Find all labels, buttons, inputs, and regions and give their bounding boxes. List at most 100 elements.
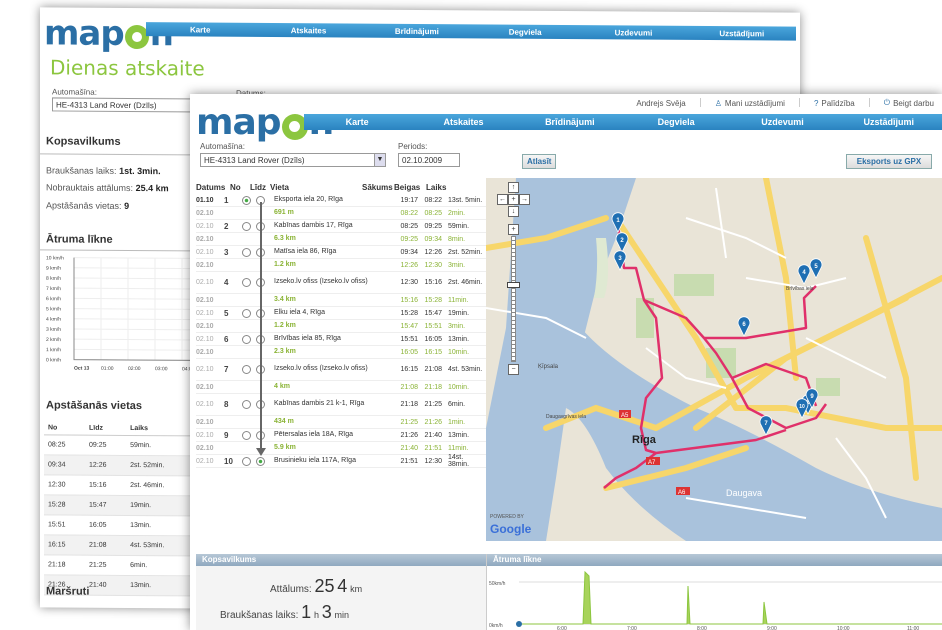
pan-left-icon[interactable]: ← bbox=[497, 194, 508, 205]
to-radio[interactable] bbox=[256, 456, 270, 466]
start-time: 09:34 bbox=[400, 248, 418, 256]
show-button[interactable]: Atlasīt bbox=[522, 154, 556, 169]
route-segment-row[interactable]: 02.10 1.2 km 15:47 15:51 3min. bbox=[196, 320, 486, 333]
to-radio[interactable] bbox=[256, 430, 270, 440]
route-segment-row[interactable]: 02.10 6.3 km 09:25 09:34 8min. bbox=[196, 233, 486, 246]
radio-icon[interactable] bbox=[242, 400, 251, 409]
nav-item-karte[interactable]: Karte bbox=[146, 25, 254, 35]
end-time: 09:25 bbox=[424, 222, 442, 230]
stop-row[interactable]: 02.10 6 Brīvības iela 85, Rīga 15:51 16:05 13… bbox=[196, 333, 486, 346]
nav-item-uzdevumi[interactable]: Uzdevumi bbox=[579, 28, 687, 38]
tick-label: 10 km/h bbox=[46, 255, 64, 261]
zoom-in-icon[interactable]: + bbox=[508, 224, 519, 235]
radio-icon[interactable] bbox=[242, 195, 251, 205]
stop-row[interactable]: 02.10 7 Izseko.lv ofiss (Izseko.lv ofiss) 1… bbox=[196, 359, 486, 381]
nav-item-uzstadijumi[interactable]: Uzstādījumi bbox=[836, 117, 942, 127]
from-radio[interactable] bbox=[242, 195, 256, 205]
from-radio[interactable] bbox=[242, 247, 256, 257]
from-radio[interactable] bbox=[242, 456, 256, 466]
vehicle-select[interactable]: HE-4313 Land Rover (Dzīls) bbox=[200, 153, 386, 167]
nav-item-bridinajumi[interactable]: Brīdinājumi bbox=[517, 117, 623, 127]
from-radio[interactable] bbox=[242, 430, 256, 440]
stop-row[interactable]: 02.10 9 Pētersalas iela 18A, Rīga 21:26 21:4… bbox=[196, 429, 486, 442]
table-row: 15:51 16:05 13min. bbox=[44, 514, 194, 536]
stop-row[interactable]: 01.10 1 Eksporta iela 20, Rīga 19:17 08:22 13… bbox=[196, 194, 486, 207]
pan-down-icon[interactable]: ↓ bbox=[508, 206, 519, 217]
nav-item-bridinajumi[interactable]: Brīdinājumi bbox=[363, 26, 471, 36]
from-radio[interactable] bbox=[242, 365, 256, 374]
to-radio[interactable] bbox=[256, 308, 270, 318]
table-cell: 21:18 bbox=[44, 554, 86, 576]
stop-row[interactable]: 02.10 2 Kabīnas dambis 17, Rīga 08:25 09:25 5… bbox=[196, 220, 486, 233]
nav-item-degviela[interactable]: Degviela bbox=[623, 117, 729, 127]
to-radio[interactable] bbox=[256, 278, 270, 287]
routes-heading: Maršruti bbox=[46, 585, 90, 598]
nav-item-uzstadijumi[interactable]: Uzstādījumi bbox=[688, 28, 796, 38]
stop-row[interactable]: 02.10 8 Kabīnas dambis 21 k-1, Rīga 21:18 21… bbox=[196, 394, 486, 416]
pan-right-icon[interactable]: → bbox=[519, 194, 530, 205]
place: Eksporta iela 20, Rīga bbox=[274, 195, 343, 203]
route-segment-row[interactable]: 02.10 691 m 08:22 08:25 2min. bbox=[196, 207, 486, 220]
radio-icon[interactable] bbox=[242, 430, 251, 440]
radio-icon[interactable] bbox=[242, 365, 251, 374]
export-gpx-button[interactable]: Eksports uz GPX bbox=[846, 154, 932, 169]
stop-row[interactable]: 02.10 3 Matīsa iela 86, Rīga 09:34 12:26 2st.… bbox=[196, 246, 486, 259]
logout-link[interactable]: ⏻ Beigt darbu bbox=[884, 98, 934, 108]
duration: 2st. 46min. bbox=[448, 279, 483, 286]
duration: 14st. 38min. bbox=[448, 454, 470, 468]
table-cell: 13min. bbox=[126, 515, 194, 536]
radio-icon[interactable] bbox=[242, 334, 251, 344]
route-segment-row[interactable]: 02.10 434 m 21:25 21:26 1min. bbox=[196, 416, 486, 429]
stop-row[interactable]: 02.10 4 Izseko.lv ofiss (Izseko.lv ofiss) 1… bbox=[196, 272, 486, 294]
drive-time-value: Braukšanas laiks: 1 h 3 min bbox=[220, 602, 350, 622]
zoom-slider-handle[interactable] bbox=[507, 282, 520, 288]
speed-chart: 10 km/h 9 km/h 8 km/h 7 km/h 6 km/h 5 km/h 4 k… bbox=[46, 255, 196, 372]
start-time: 21:51 bbox=[400, 457, 418, 465]
stop-row[interactable]: 02.10 5 Elku iela 4, Rīga 15:28 15:47 19min. bbox=[196, 307, 486, 320]
radio-icon[interactable] bbox=[242, 456, 251, 466]
chevron-down-icon[interactable]: ▼ bbox=[374, 154, 385, 166]
to-radio[interactable] bbox=[256, 247, 270, 257]
from-radio[interactable] bbox=[242, 278, 256, 287]
pan-center-icon[interactable]: + bbox=[508, 194, 519, 205]
nav-item-atskaites[interactable]: Atskaites bbox=[254, 25, 362, 35]
radio-icon[interactable] bbox=[242, 221, 251, 231]
radio-icon[interactable] bbox=[242, 247, 251, 257]
to-radio[interactable] bbox=[256, 221, 270, 231]
stop-row[interactable]: 02.10 10 Brusinieku iela 117A, Rīga 21:51 12… bbox=[196, 454, 486, 468]
end-time: 21:51 bbox=[424, 444, 442, 452]
nav-item-uzdevumi[interactable]: Uzdevumi bbox=[729, 117, 835, 127]
route-segment-row[interactable]: 02.10 2.3 km 16:05 16:15 10min. bbox=[196, 346, 486, 359]
route-segment-row[interactable]: 02.10 1.2 km 12:26 12:30 3min. bbox=[196, 259, 486, 272]
help-link[interactable]: ? Palīdzība bbox=[814, 98, 855, 108]
radio-icon[interactable] bbox=[256, 456, 265, 466]
route-map[interactable]: Rīga Daugava Ķīpsala Brīvības iela Dauga… bbox=[486, 178, 942, 541]
to-radio[interactable] bbox=[256, 365, 270, 374]
route-date: 02.10 bbox=[196, 335, 214, 343]
to-radio[interactable] bbox=[256, 400, 270, 409]
to-radio[interactable] bbox=[256, 334, 270, 344]
table-cell: 21:40 bbox=[85, 575, 127, 596]
route-segment-row[interactable]: 02.10 3.4 km 15:16 15:28 11min. bbox=[196, 294, 486, 307]
radio-icon[interactable] bbox=[242, 278, 251, 287]
period-input[interactable]: 02.10.2009 bbox=[398, 153, 460, 167]
from-radio[interactable] bbox=[242, 308, 256, 318]
from-radio[interactable] bbox=[242, 400, 256, 409]
grid-line bbox=[74, 328, 196, 331]
from-radio[interactable] bbox=[242, 221, 256, 231]
nav-item-degviela[interactable]: Degviela bbox=[471, 27, 579, 37]
nav-item-karte[interactable]: Karte bbox=[304, 117, 410, 127]
radio-icon[interactable] bbox=[242, 308, 251, 318]
pan-up-icon[interactable]: ↑ bbox=[508, 182, 519, 193]
from-radio[interactable] bbox=[242, 334, 256, 344]
nav-item-atskaites[interactable]: Atskaites bbox=[410, 117, 516, 127]
speed-y-label: 0km/h bbox=[489, 623, 503, 629]
vehicle-select[interactable]: HE-4313 Land Rover (Dzīls) bbox=[52, 97, 202, 113]
zoom-out-icon[interactable]: − bbox=[508, 364, 519, 375]
place: 434 m bbox=[274, 417, 294, 425]
zoom-slider[interactable] bbox=[511, 236, 516, 362]
route-segment-row[interactable]: 02.10 4 km 21:08 21:18 10min. bbox=[196, 381, 486, 394]
my-settings-link[interactable]: ♙ Mani uzstādījumi bbox=[715, 98, 785, 108]
to-radio[interactable] bbox=[256, 195, 270, 205]
start-time: 09:25 bbox=[400, 235, 418, 243]
